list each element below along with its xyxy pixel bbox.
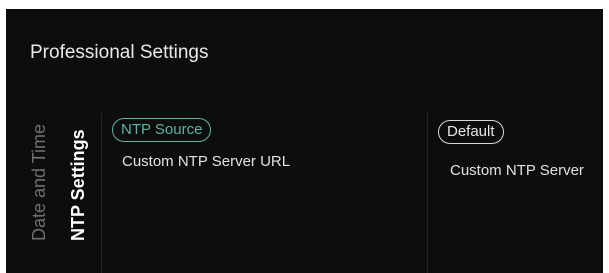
column-divider — [427, 113, 428, 273]
screen: Professional Settings Date and Time NTP … — [0, 0, 609, 273]
ntp-source-option[interactable]: NTP Source — [112, 118, 212, 142]
custom-ntp-server-url-option[interactable]: Custom NTP Server URL — [122, 153, 290, 170]
settings-panel: Professional Settings Date and Time NTP … — [6, 9, 603, 273]
tab-date-and-time[interactable]: Date and Time — [29, 124, 49, 241]
default-option[interactable]: Default — [438, 120, 504, 144]
custom-ntp-server-option[interactable]: Custom NTP Server — [450, 162, 584, 179]
page-title: Professional Settings — [30, 42, 209, 63]
tab-ntp-settings[interactable]: NTP Settings — [68, 129, 88, 241]
column-divider — [101, 113, 102, 273]
